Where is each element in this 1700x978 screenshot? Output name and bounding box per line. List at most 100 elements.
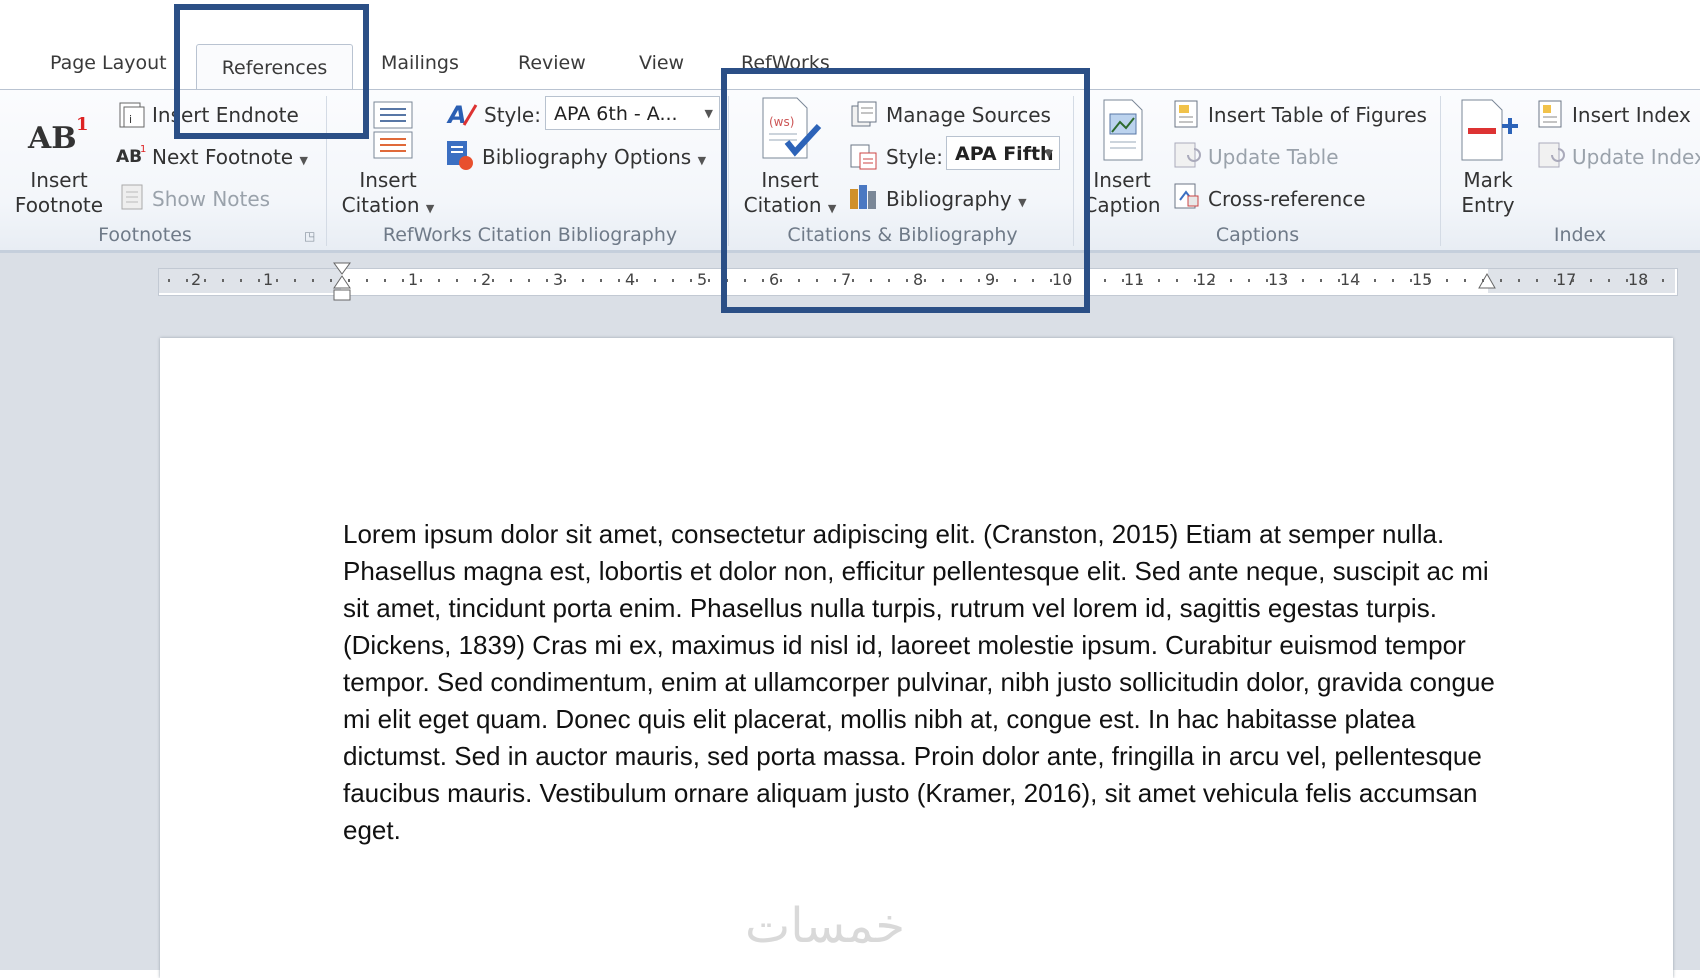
ruler-label: 2 bbox=[481, 270, 492, 289]
insert-caption-label-2: Caption bbox=[1083, 193, 1161, 217]
refworks-insert-citation-icon bbox=[372, 100, 416, 166]
ruler-tick bbox=[1194, 279, 1196, 282]
svg-text:i: i bbox=[129, 113, 132, 126]
ruler-tick bbox=[186, 279, 188, 282]
chevron-down-icon: ▼ bbox=[299, 154, 308, 167]
ruler-tick bbox=[1500, 279, 1502, 282]
ruler-tick bbox=[438, 279, 440, 282]
ruler-tick bbox=[492, 279, 494, 282]
ruler-tick bbox=[1464, 279, 1466, 282]
mark-entry-label-1: Mark bbox=[1463, 168, 1513, 192]
ruler-tick bbox=[1320, 279, 1322, 282]
update-index-button[interactable]: Update Index bbox=[1572, 145, 1700, 169]
insert-footnote-icon: AB 1 bbox=[26, 110, 92, 162]
ruler-tick bbox=[1302, 279, 1304, 282]
indent-marker-icon[interactable] bbox=[333, 262, 351, 308]
ruler-tick bbox=[1122, 279, 1124, 282]
ruler-tick bbox=[510, 279, 512, 282]
tab-review[interactable]: Review bbox=[518, 52, 586, 82]
ruler-tick bbox=[330, 279, 332, 282]
ruler-tick bbox=[222, 279, 224, 282]
next-footnote-icon: AB 1 bbox=[116, 142, 148, 172]
insert-footnote-button[interactable]: Insert Footnote bbox=[12, 168, 106, 218]
chevron-down-icon: ▼ bbox=[697, 154, 707, 167]
ruler-tick bbox=[1140, 279, 1142, 282]
ruler-tick bbox=[1176, 279, 1178, 282]
ruler-tick bbox=[1230, 279, 1232, 282]
insert-table-of-figures-button[interactable]: Insert Table of Figures bbox=[1208, 103, 1427, 127]
footnotes-group-label: Footnotes bbox=[98, 224, 192, 246]
ruler-tick bbox=[366, 279, 368, 282]
svg-text:A: A bbox=[446, 101, 467, 129]
ruler-tick bbox=[1338, 279, 1340, 282]
ruler-tick bbox=[600, 279, 602, 282]
next-footnote-button[interactable]: Next Footnote ▼ bbox=[152, 145, 308, 169]
ruler-tick bbox=[168, 279, 170, 282]
style-icon: A bbox=[446, 99, 478, 133]
refworks-style-select[interactable]: APA 6th - A... ▼ bbox=[545, 96, 720, 130]
ruler-tick bbox=[1644, 279, 1646, 282]
ruler-tick bbox=[258, 279, 260, 282]
group-separator bbox=[1440, 96, 1441, 246]
insert-caption-label-1: Insert bbox=[1093, 168, 1151, 192]
ruler-tick bbox=[456, 279, 458, 282]
ruler-tick bbox=[1662, 279, 1664, 282]
ruler-tick bbox=[1572, 279, 1574, 282]
ruler-tick bbox=[654, 279, 656, 282]
refworks-insert-citation-label-2: Citation bbox=[341, 193, 420, 217]
insert-index-button[interactable]: Insert Index bbox=[1572, 103, 1691, 127]
update-table-icon bbox=[1172, 141, 1202, 173]
ruler-tick bbox=[294, 279, 296, 282]
ruler-tick bbox=[1374, 279, 1376, 282]
svg-text:1: 1 bbox=[140, 144, 146, 155]
ruler-tick bbox=[204, 279, 206, 282]
index-group-label: Index bbox=[1553, 224, 1607, 246]
ruler-tick bbox=[564, 279, 566, 282]
tab-view[interactable]: View bbox=[639, 52, 684, 82]
ruler-tick bbox=[528, 279, 530, 282]
tab-page-layout[interactable]: Page Layout bbox=[50, 52, 167, 82]
svg-text:1: 1 bbox=[76, 114, 89, 135]
ruler-tick bbox=[708, 279, 710, 282]
ruler-tick bbox=[1266, 279, 1268, 282]
ruler-label: 1 bbox=[408, 270, 419, 289]
show-notes-icon bbox=[120, 184, 144, 214]
ruler-tick bbox=[1518, 279, 1520, 282]
ruler-label: 5 bbox=[697, 270, 708, 289]
ruler-label: 2 bbox=[191, 270, 202, 289]
insert-endnote-icon: i bbox=[117, 101, 147, 133]
tab-mailings[interactable]: Mailings bbox=[381, 52, 459, 82]
ruler-tick bbox=[312, 279, 314, 282]
insert-footnote-label: Insert Footnote bbox=[14, 168, 104, 217]
ruler-tick bbox=[240, 279, 242, 282]
right-indent-marker-icon[interactable] bbox=[1478, 272, 1496, 298]
ruler-tick bbox=[1590, 279, 1592, 282]
ruler-tick bbox=[1356, 279, 1358, 282]
dialog-launcher-icon[interactable]: ◳ bbox=[304, 229, 315, 243]
ruler-tick bbox=[636, 279, 638, 282]
ruler-tick bbox=[1212, 279, 1214, 282]
captions-group-label: Captions bbox=[1215, 224, 1300, 246]
ruler-tick bbox=[1104, 279, 1106, 282]
ruler-tick bbox=[1248, 279, 1250, 282]
svg-text:AB: AB bbox=[27, 121, 77, 156]
document-paragraph[interactable]: Lorem ipsum dolor sit amet, consectetur … bbox=[343, 516, 1498, 849]
bibliography-options-button[interactable]: Bibliography Options ▼ bbox=[482, 145, 706, 169]
refworks-style-label: Style: bbox=[484, 103, 541, 127]
mark-entry-icon bbox=[1458, 98, 1522, 168]
update-table-button[interactable]: Update Table bbox=[1208, 145, 1339, 169]
insert-caption-button[interactable]: Insert Caption bbox=[1082, 168, 1162, 218]
mark-entry-label-2: Entry bbox=[1461, 193, 1515, 217]
ruler-tick bbox=[618, 279, 620, 282]
mark-entry-button[interactable]: Mark Entry bbox=[1452, 168, 1524, 218]
refworks-insert-citation-button[interactable]: Insert Citation ▼ bbox=[338, 168, 438, 221]
cross-reference-button[interactable]: Cross-reference bbox=[1208, 187, 1366, 211]
cross-reference-icon bbox=[1172, 182, 1202, 214]
ruler-tick bbox=[546, 279, 548, 282]
ruler-tick bbox=[1482, 279, 1484, 282]
ruler-tick bbox=[384, 279, 386, 282]
refworks-group-label: RefWorks Citation Bibliography bbox=[382, 224, 678, 246]
ruler-tick bbox=[1626, 279, 1628, 282]
bibliography-options-label: Bibliography Options bbox=[482, 145, 692, 169]
show-notes-button[interactable]: Show Notes bbox=[152, 187, 270, 211]
